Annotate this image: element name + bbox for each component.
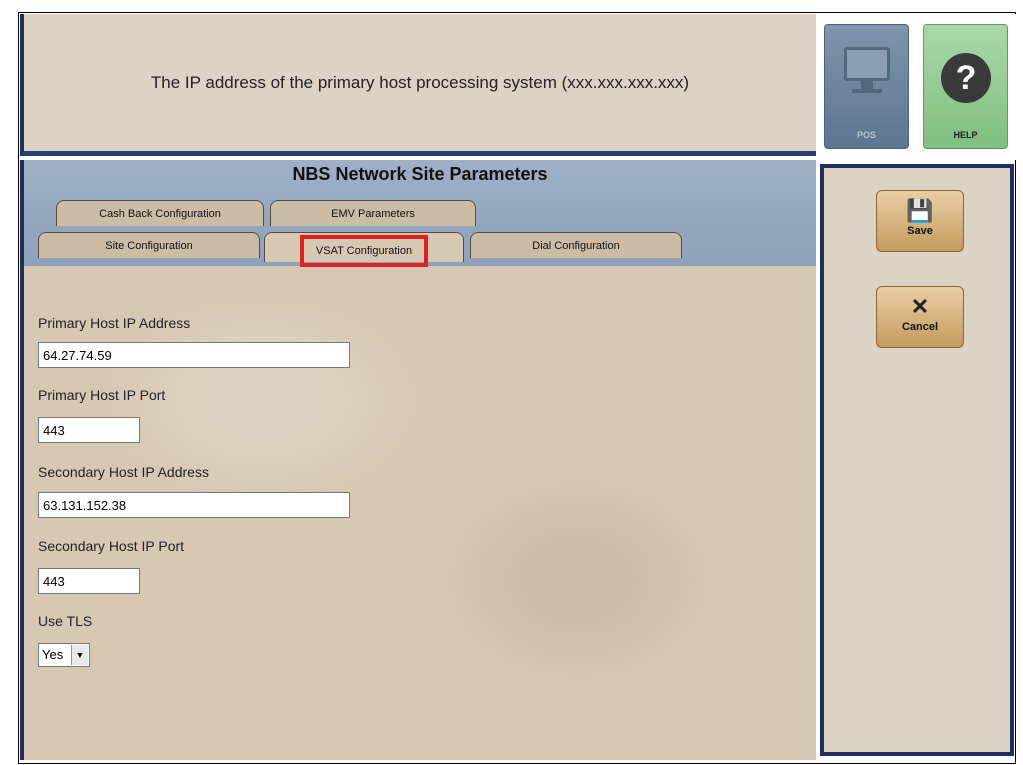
- tab-label: VSAT Configuration: [299, 235, 429, 267]
- secondary-host-port-input[interactable]: [38, 568, 140, 594]
- secondary-host-port-label: Secondary Host IP Port: [38, 538, 185, 554]
- use-tls-value: Yes: [42, 647, 64, 662]
- use-tls-select[interactable]: Yes ▼: [38, 643, 90, 667]
- pos-button-label: POS: [856, 130, 876, 140]
- tab-label: Dial Configuration: [532, 240, 620, 252]
- help-text: The IP address of the primary host proce…: [150, 72, 690, 92]
- save-button-label: Save: [907, 225, 933, 237]
- monitor-base: [852, 89, 882, 93]
- page-title: NBS Network Site Parameters: [292, 164, 548, 184]
- chevron-down-icon[interactable]: ▼: [71, 645, 88, 665]
- pos-button[interactable]: POS: [824, 24, 909, 149]
- tab-cash-back-configuration[interactable]: Cash Back Configuration: [56, 200, 264, 226]
- question-icon: ?: [941, 53, 991, 103]
- tab-label: Site Configuration: [105, 240, 193, 252]
- primary-host-ip-label: Primary Host IP Address: [38, 315, 191, 331]
- top-button-bar: POS ? HELP: [816, 14, 1016, 160]
- floppy-icon: 💾: [906, 198, 934, 223]
- monitor-stand: [861, 81, 873, 89]
- tab-emv-parameters[interactable]: EMV Parameters: [270, 200, 476, 226]
- primary-host-ip-input[interactable]: [38, 342, 350, 368]
- help-button-label: HELP: [953, 130, 978, 140]
- help-button[interactable]: ? HELP: [923, 24, 1008, 149]
- tab-dial-configuration[interactable]: Dial Configuration: [470, 232, 682, 258]
- cancel-button-label: Cancel: [901, 321, 939, 333]
- secondary-host-ip-label: Secondary Host IP Address: [38, 464, 209, 480]
- help-banner: The IP address of the primary host proce…: [20, 14, 816, 156]
- tab-label: EMV Parameters: [331, 208, 415, 220]
- tab-header: NBS Network Site Parameters Cash Back Co…: [24, 160, 816, 267]
- cancel-button[interactable]: ✕ Cancel: [876, 286, 964, 348]
- tab-site-configuration[interactable]: Site Configuration: [38, 232, 260, 258]
- x-icon: ✕: [910, 294, 930, 319]
- tab-vsat-configuration[interactable]: VSAT Configuration: [264, 232, 464, 267]
- primary-host-port-input[interactable]: [38, 417, 140, 443]
- monitor-icon: [844, 47, 890, 81]
- use-tls-label: Use TLS: [38, 613, 93, 629]
- save-button[interactable]: 💾 Save: [876, 190, 964, 252]
- primary-host-port-label: Primary Host IP Port: [38, 387, 166, 403]
- action-panel: 💾 Save ✕ Cancel: [820, 164, 1014, 756]
- tab-label: Cash Back Configuration: [99, 208, 221, 220]
- secondary-host-ip-input[interactable]: [38, 492, 350, 518]
- main-panel: NBS Network Site Parameters Cash Back Co…: [20, 160, 816, 760]
